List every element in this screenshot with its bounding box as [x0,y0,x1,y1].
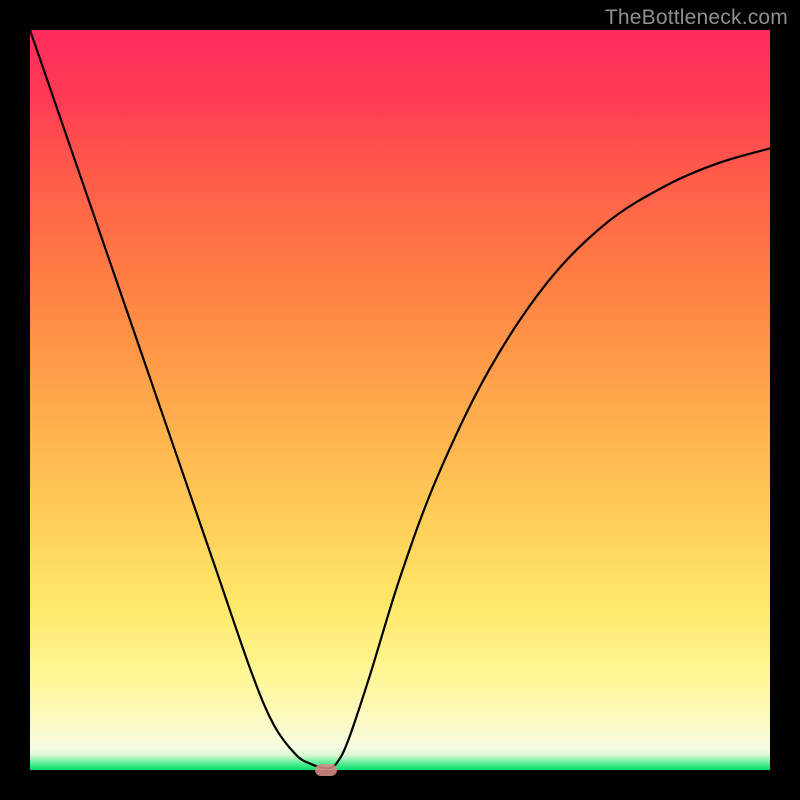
curve-layer [30,30,770,770]
min-marker [315,764,337,776]
watermark-text: TheBottleneck.com [605,6,788,30]
chart-frame: TheBottleneck.com [0,0,800,800]
plot-area [30,30,770,770]
bottleneck-curve [30,30,770,768]
